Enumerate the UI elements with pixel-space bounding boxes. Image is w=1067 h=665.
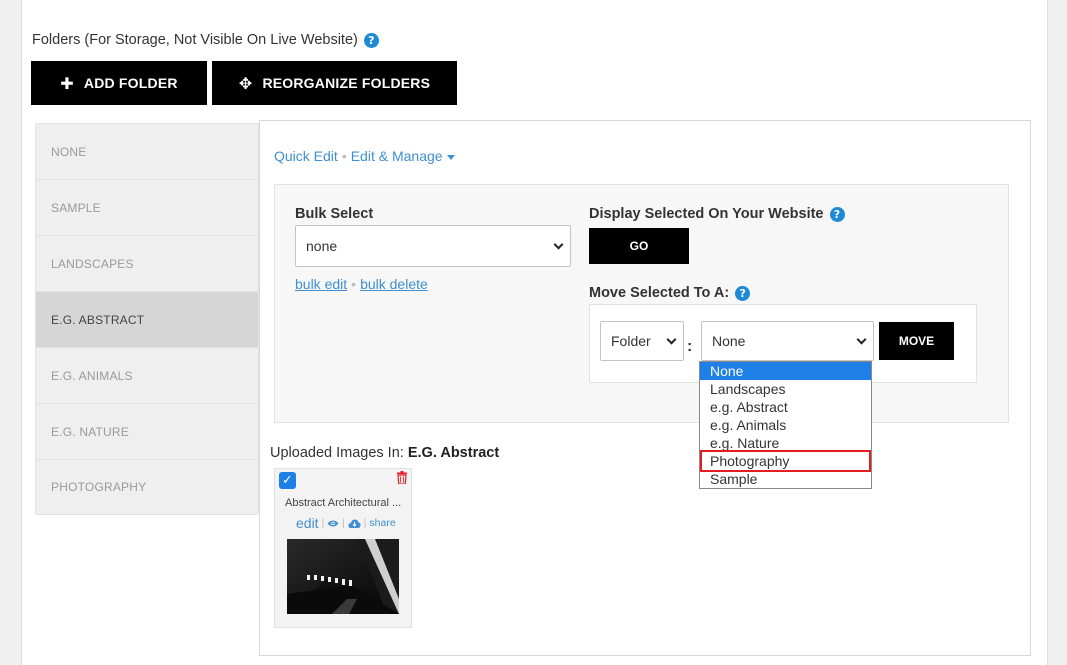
uploaded-prefix: Uploaded Images In: <box>270 445 408 461</box>
uploaded-images-heading: Uploaded Images In: E.G. Abstract <box>270 445 499 461</box>
bulk-select-label: Bulk Select <box>295 206 374 222</box>
bulk-delete-link[interactable]: bulk delete <box>360 276 428 292</box>
quick-edit-link[interactable]: Quick Edit <box>274 148 338 164</box>
folder-content-panel: Quick Edit • Edit & Manage Bulk Select non… <box>259 120 1031 656</box>
go-button[interactable]: GO <box>589 228 689 264</box>
move-type-value: Folder <box>611 333 651 349</box>
plus-icon: ✚ <box>60 73 74 93</box>
bulk-edit-link[interactable]: bulk edit <box>295 276 347 292</box>
cloud-download-icon[interactable] <box>348 519 361 528</box>
add-folder-label: ADD FOLDER <box>83 75 178 91</box>
colon-separator: : <box>687 338 693 355</box>
separator-dot: • <box>351 276 357 292</box>
sidebar-item-eg-abstract[interactable]: E.G. ABSTRACT <box>35 291 259 347</box>
option-eg-abstract[interactable]: e.g. Abstract <box>700 398 871 416</box>
sidebar-item-none[interactable]: NONE <box>35 123 259 179</box>
chevron-down-icon <box>666 334 677 345</box>
separator: | <box>363 517 367 529</box>
move-target-options[interactable]: None Landscapes e.g. Abstract e.g. Anima… <box>699 361 872 489</box>
eye-icon[interactable] <box>327 519 339 528</box>
option-sample[interactable]: Sample <box>700 470 871 488</box>
image-actions: edit | | | share <box>296 515 396 531</box>
edit-link[interactable]: edit <box>296 515 319 531</box>
sidebar-item-label: SAMPLE <box>51 200 101 215</box>
caret-down-icon <box>446 154 455 160</box>
bulk-actions-box: Bulk Select none bulk edit • bulk delete D… <box>274 184 1009 423</box>
separator: | <box>342 517 345 529</box>
sidebar-item-sample[interactable]: SAMPLE <box>35 179 259 235</box>
sidebar-item-label: E.G. ABSTRACT <box>51 312 145 327</box>
abstract-architecture-image <box>287 539 399 614</box>
image-thumbnail[interactable] <box>287 539 399 614</box>
display-selected-heading: Display Selected On Your Website ? <box>589 206 845 222</box>
edit-manage-label: Edit & Manage <box>350 148 443 164</box>
sidebar-item-landscapes[interactable]: LANDSCAPES <box>35 235 259 291</box>
move-arrows-icon: ✥ <box>238 73 253 93</box>
sidebar-item-eg-animals[interactable]: E.G. ANIMALS <box>35 347 259 403</box>
separator-dot: • <box>341 148 347 164</box>
folder-sidebar: NONE SAMPLE LANDSCAPES E.G. ABSTRACT E.G… <box>35 123 259 515</box>
option-none[interactable]: None <box>700 362 871 380</box>
bulk-select-value: none <box>306 238 338 254</box>
sidebar-item-label: E.G. NATURE <box>51 424 129 439</box>
edit-manage-menu[interactable]: Edit & Manage <box>351 148 455 164</box>
reorganize-folders-button[interactable]: ✥ REORGANIZE FOLDERS <box>212 61 457 105</box>
folders-heading: Folders (For Storage, Not Visible On Liv… <box>32 32 379 48</box>
share-link[interactable]: share <box>369 517 395 529</box>
image-title: Abstract Architectural ... <box>285 497 402 509</box>
bulk-links: bulk edit • bulk delete <box>295 276 428 292</box>
edit-toolbar: Quick Edit • Edit & Manage <box>274 148 455 164</box>
bulk-select-dropdown[interactable]: none <box>295 225 571 267</box>
option-eg-animals[interactable]: e.g. Animals <box>700 416 871 434</box>
sidebar-item-label: LANDSCAPES <box>51 256 134 271</box>
option-photography[interactable]: Photography <box>700 450 871 472</box>
move-selected-label: Move Selected To A: <box>589 285 730 301</box>
move-button[interactable]: MOVE <box>879 322 954 360</box>
trash-icon[interactable] <box>397 471 407 484</box>
sidebar-item-photography[interactable]: PHOTOGRAPHY <box>35 459 259 515</box>
sidebar-item-label: E.G. ANIMALS <box>51 368 133 383</box>
display-selected-label: Display Selected On Your Website <box>589 206 824 222</box>
question-circle-icon[interactable]: ? <box>735 285 751 301</box>
move-target-value: None <box>712 333 746 349</box>
move-target-select[interactable]: None <box>701 321 874 361</box>
separator: | <box>321 517 325 529</box>
folders-title: Folders (For Storage, Not Visible On Liv… <box>32 32 358 48</box>
move-selected-heading: Move Selected To A: ? <box>589 285 751 301</box>
sidebar-item-eg-nature[interactable]: E.G. NATURE <box>35 403 259 459</box>
uploaded-folder-name: E.G. Abstract <box>407 445 500 461</box>
chevron-down-icon <box>856 334 867 345</box>
reorganize-folders-label: REORGANIZE FOLDERS <box>262 75 431 91</box>
question-circle-icon[interactable]: ? <box>829 206 845 222</box>
sidebar-item-label: NONE <box>51 144 87 159</box>
image-card[interactable]: ✓ Abstract Architectural ... edit | | | … <box>274 468 412 628</box>
chevron-down-icon <box>553 239 564 250</box>
move-type-select[interactable]: Folder <box>600 321 684 361</box>
option-landscapes[interactable]: Landscapes <box>700 380 871 398</box>
add-folder-button[interactable]: ✚ ADD FOLDER <box>31 61 207 105</box>
image-checkbox[interactable]: ✓ <box>279 472 296 489</box>
question-circle-icon[interactable]: ? <box>363 32 379 48</box>
sidebar-item-label: PHOTOGRAPHY <box>51 480 147 494</box>
